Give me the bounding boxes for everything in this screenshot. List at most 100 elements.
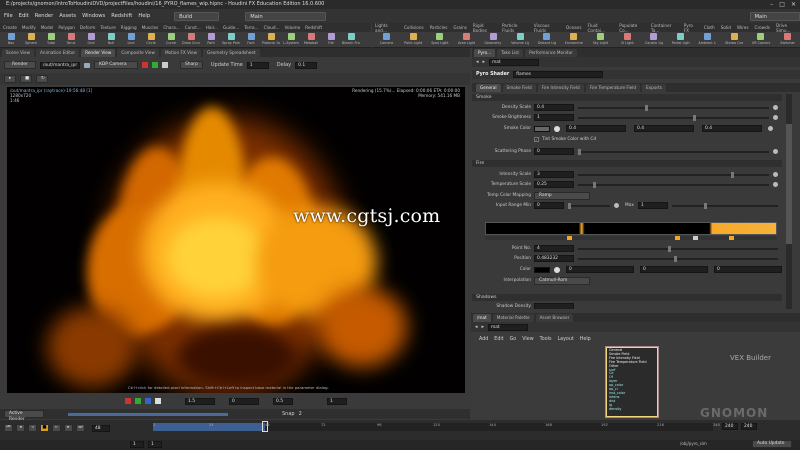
desktop-right-select[interactable]: Main xyxy=(749,11,800,21)
forward-arrow-icon[interactable]: ▸ xyxy=(483,59,486,65)
smoke-brightness-field[interactable]: 1 xyxy=(534,114,574,121)
net-menu-add[interactable]: Add xyxy=(479,337,488,342)
color-picker-icon[interactable] xyxy=(554,125,560,132)
auto-update-button[interactable]: Auto Update xyxy=(752,440,792,448)
shelf-tab-left-1[interactable]: Modify xyxy=(22,25,36,30)
zoom-field[interactable]: 1 xyxy=(327,397,347,405)
shelf-tab-left-8[interactable]: Chara... xyxy=(163,25,179,30)
shelf-tab-right-4[interactable]: Rigid Bodies xyxy=(473,23,496,33)
render-button[interactable]: Render xyxy=(4,61,36,69)
shadow-density-field[interactable] xyxy=(534,303,574,309)
ramp-key[interactable] xyxy=(675,236,680,240)
shelf-tab-right-16[interactable]: Drive Simu... xyxy=(776,23,800,33)
back-arrow-icon[interactable]: ◂ xyxy=(475,324,478,330)
shelf-tool-button[interactable]: Null xyxy=(102,32,120,47)
shelf-tool-button[interactable]: Tube xyxy=(42,32,60,47)
start-frame-field-2[interactable]: 1 xyxy=(148,441,162,448)
shelf-tool-button[interactable]: Switcher xyxy=(775,32,800,47)
tab-composite-view[interactable]: Composite View xyxy=(117,48,159,57)
ramp-key[interactable] xyxy=(567,236,572,240)
input-range-max-field[interactable]: 1 xyxy=(637,202,668,209)
tab-render-view[interactable]: Render View xyxy=(81,48,116,57)
position-field[interactable]: 0.483232 xyxy=(534,255,574,262)
gear-icon[interactable] xyxy=(614,203,619,208)
shelf-tab-left-3[interactable]: Polygon xyxy=(58,25,74,30)
shelf-tab-right-0[interactable]: Lights and... xyxy=(375,23,398,33)
shelf-tab-left-12[interactable]: Terra... xyxy=(244,25,258,30)
menu-file[interactable]: File xyxy=(4,13,13,19)
scattering-phase-field[interactable]: 0 xyxy=(534,148,574,155)
shelf-tool-button[interactable]: Stereo Camera xyxy=(722,32,747,47)
shelf-tab-left-6[interactable]: Rigging xyxy=(121,25,137,30)
next-key-icon[interactable]: ▸ xyxy=(64,424,73,432)
shelf-tool-button[interactable]: Circle xyxy=(142,32,160,47)
prev-key-icon[interactable]: ◂ xyxy=(16,424,25,432)
point-no-field[interactable]: 4 xyxy=(534,245,574,252)
tab-scene-view[interactable]: Scene View xyxy=(2,48,35,57)
node-port[interactable]: density xyxy=(609,407,655,412)
ramp-key[interactable] xyxy=(729,236,734,240)
section-smoke[interactable]: Smoke xyxy=(472,94,782,101)
shelf-tab-right-7[interactable]: Oceans xyxy=(566,25,582,30)
shelf-tab-right-10[interactable]: Container To... xyxy=(651,23,678,33)
shader-name-field[interactable]: flames xyxy=(513,71,604,78)
shelf-tab-left-15[interactable]: Redshift xyxy=(305,25,322,30)
shelf-tab-left-7[interactable]: Muscles xyxy=(142,25,159,30)
menu-edit[interactable]: Edit xyxy=(19,13,29,19)
param-tab-general[interactable]: General xyxy=(476,83,501,92)
tab-mat[interactable]: /mat xyxy=(473,313,491,322)
tab-performance-monitor[interactable]: Performance Monitor xyxy=(525,48,577,57)
shelf-tab-left-11[interactable]: Guide... xyxy=(223,25,239,30)
shelf-tab-right-14[interactable]: Wires xyxy=(737,25,749,30)
ramp-color-g[interactable]: 0 xyxy=(640,266,708,273)
menu-windows[interactable]: Windows xyxy=(82,13,105,19)
play-icon[interactable]: ▸ xyxy=(4,75,16,83)
camera-select[interactable]: KDP Camera xyxy=(94,61,138,69)
scattering-phase-slider[interactable] xyxy=(578,148,769,155)
temperature-scale-slider[interactable] xyxy=(578,181,769,188)
shelf-tab-right-15[interactable]: Crowds xyxy=(755,25,770,30)
start-frame-field[interactable]: 1 xyxy=(130,441,144,448)
shelf-tool-button[interactable]: Volume Light xyxy=(508,32,533,47)
smoke-color-g[interactable]: 0.4 xyxy=(634,125,694,132)
shelf-tab-right-13[interactable]: Solid xyxy=(721,25,731,30)
stop-icon[interactable]: ■ xyxy=(40,424,49,432)
first-frame-icon[interactable]: ⏮ xyxy=(4,424,13,432)
menu-help[interactable]: Help xyxy=(138,13,150,19)
color-picker-icon[interactable] xyxy=(554,266,560,273)
lut-field[interactable]: 0.5 xyxy=(273,397,293,405)
section-fire[interactable]: Fire xyxy=(472,160,782,167)
shelf-tab-right-6[interactable]: Viscous Fluids xyxy=(534,23,560,33)
shelf-tool-button[interactable]: L-System xyxy=(282,32,300,47)
shelf-tool-button[interactable]: Path xyxy=(202,32,220,47)
tab-asset-browser[interactable]: Asset Browser xyxy=(535,313,574,322)
forward-arrow-icon[interactable]: ▸ xyxy=(482,324,485,330)
shelf-tool-button[interactable]: Torus xyxy=(62,32,80,47)
tab-geometry-spreadsheet[interactable]: Geometry Spreadsheet xyxy=(203,48,260,57)
shelf-tool-button[interactable]: Environment Light xyxy=(561,32,586,47)
menu-render[interactable]: Render xyxy=(35,13,53,19)
shelf-tool-button[interactable]: Grid xyxy=(82,32,100,47)
shelf-tool-button[interactable]: Sphere xyxy=(22,32,40,47)
shelf-tab-right-11[interactable]: Pyro FX xyxy=(684,23,698,33)
shelf-tool-button[interactable]: Camera xyxy=(374,32,399,47)
shelf-tool-button[interactable]: Box xyxy=(2,32,20,47)
interpolation-select[interactable]: Catmull-Rom xyxy=(534,276,590,285)
gear-icon[interactable] xyxy=(773,172,778,177)
shelf-tool-button[interactable]: Ambient Light xyxy=(695,32,720,47)
refresh-icon[interactable]: ↻ xyxy=(36,75,48,83)
shelf-tool-button[interactable]: Point Light xyxy=(401,32,426,47)
gear-icon[interactable] xyxy=(773,105,778,110)
desktop-main-select[interactable]: Main xyxy=(245,11,326,21)
gamma-field[interactable]: 1.5 xyxy=(185,397,215,405)
shelf-tool-button[interactable]: Draw Curve xyxy=(182,32,200,47)
intensity-scale-slider[interactable] xyxy=(578,171,769,178)
rop-path-field[interactable]: /out/mantra_ipr xyxy=(40,61,80,69)
stop-icon[interactable]: ■ xyxy=(20,75,32,83)
point-no-slider[interactable] xyxy=(578,245,778,252)
input-range-max-slider[interactable] xyxy=(671,202,778,209)
close-button[interactable]: ✕ xyxy=(791,1,796,8)
minimize-button[interactable]: – xyxy=(770,1,773,8)
shelf-tool-button[interactable]: VR Camera xyxy=(749,32,774,47)
shelf-tab-left-0[interactable]: Create xyxy=(3,25,17,30)
